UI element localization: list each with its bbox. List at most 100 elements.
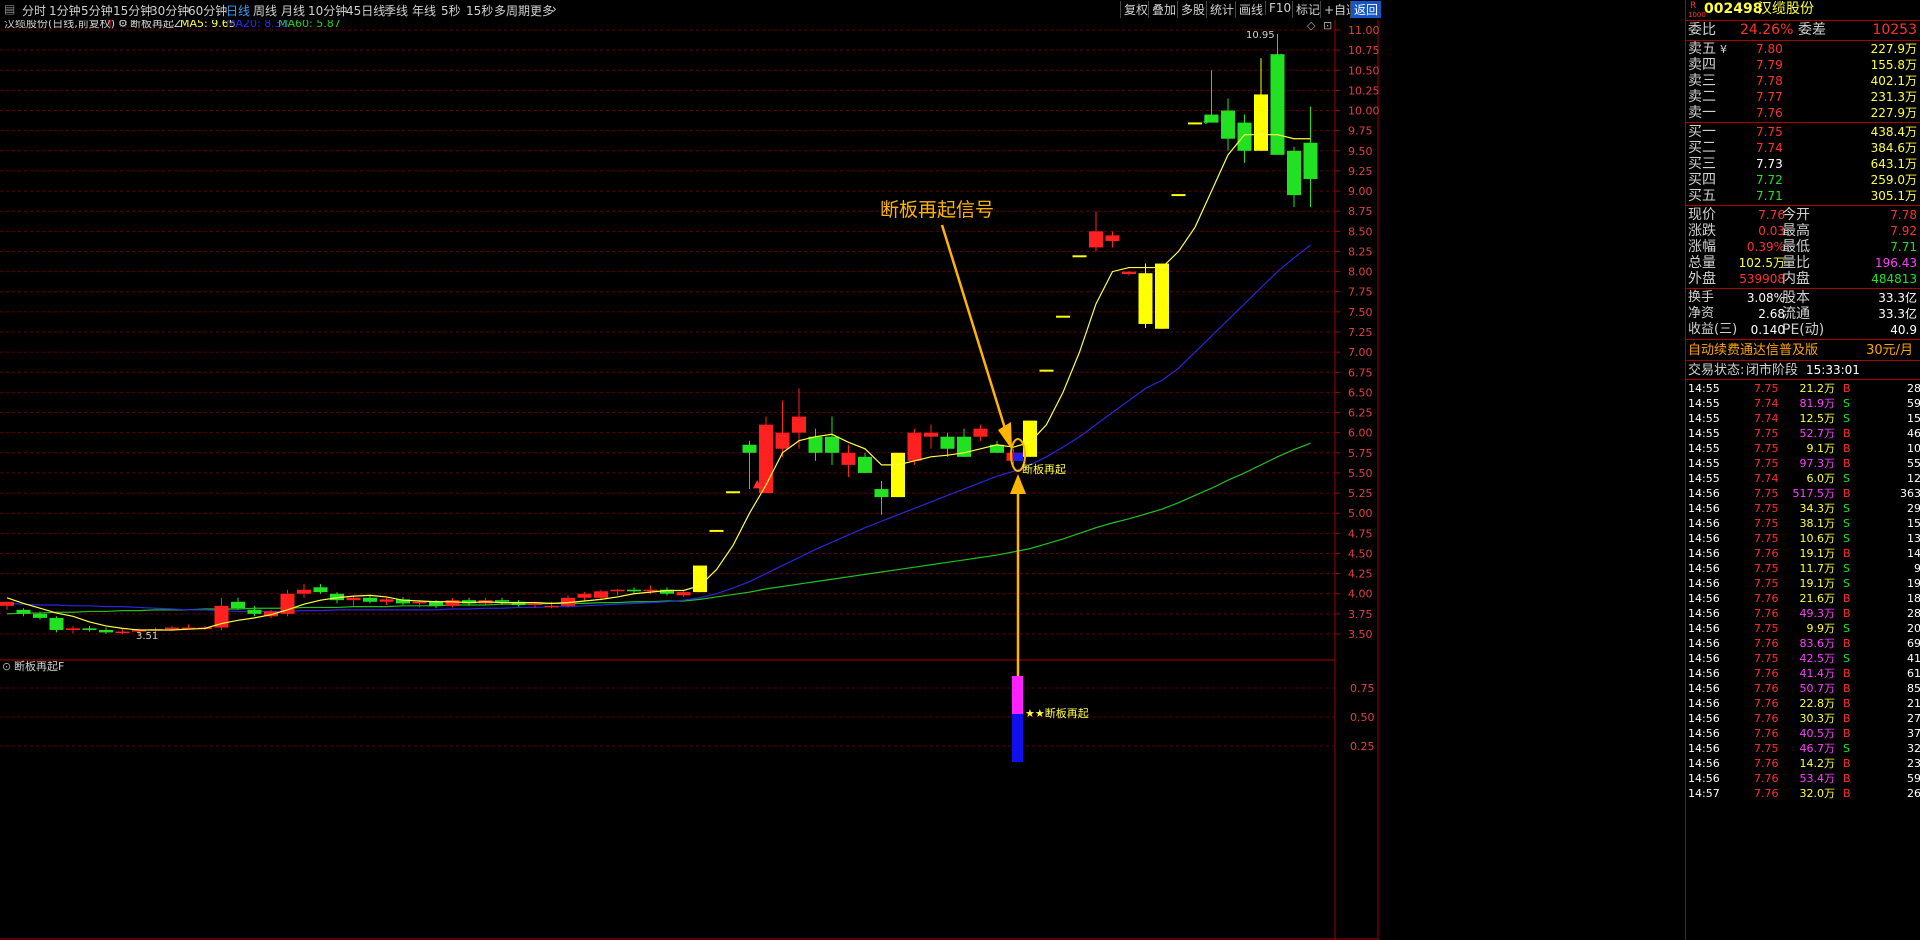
divider (1686, 122, 1920, 123)
annotation-text: 断板再起信号 (880, 199, 994, 221)
indicator-name[interactable]: 断板再起Z (130, 20, 182, 30)
period-tab-16[interactable]: 更多 (530, 2, 554, 19)
more-chevron-icon[interactable]: › (552, 2, 557, 16)
y-tick-2: 10.50 (1348, 64, 1380, 77)
buy-arrow-icon: ▲ (753, 477, 762, 490)
y-tick-27: 4.25 (1348, 568, 1373, 581)
y-tick-8: 9.00 (1348, 185, 1373, 198)
candle[interactable] (1155, 263, 1169, 329)
toolbar-button-4[interactable]: 画线 (1235, 1, 1266, 18)
y-tick-13: 7.75 (1348, 286, 1373, 299)
ma60-label: MA60: 5.87 (278, 20, 341, 30)
y-tick-21: 5.75 (1348, 447, 1373, 460)
toolbar-button-5[interactable]: F10 (1265, 1, 1294, 15)
ask-row[interactable]: 卖四 7.79 155.8万 (1686, 57, 1920, 74)
quote-row: 涨跌 0.03 最高 7.92 (1688, 223, 1917, 239)
up-arrow-icon: ↑ (105, 20, 115, 30)
bid-row[interactable]: 买三 7.73 643.1万 (1686, 156, 1920, 173)
y-tick-17: 6.75 (1348, 366, 1373, 379)
bid-row[interactable]: 买五 7.71 305.1万 (1686, 188, 1920, 205)
gear-icon[interactable]: ⚙ (118, 20, 128, 30)
toolbar-button-6[interactable]: 标记 (1292, 1, 1323, 18)
candle[interactable] (49, 616, 64, 633)
candle[interactable] (891, 452, 905, 498)
stock-title: R 1000 002498 汉缆股份 (1686, 0, 1920, 20)
ask-row[interactable]: 卖二 7.77 231.3万 (1686, 89, 1920, 106)
menu-icon[interactable]: ▤ (4, 2, 15, 16)
ask-row[interactable]: 卖三 7.78 402.1万 (1686, 73, 1920, 90)
bid-row[interactable]: 买二 7.74 384.6万 (1686, 140, 1920, 157)
y-tick-1: 10.75 (1348, 44, 1380, 57)
sub-y-tick-2: 0.25 (1350, 740, 1375, 753)
kline-chart[interactable]: 11.00 10.75 10.50 10.25 10.00 9.75 9.50 9.25 9.0… (0, 20, 1685, 940)
candle[interactable] (693, 565, 707, 593)
sub-panel-title: 断板再起F (14, 659, 64, 673)
ask-row[interactable]: 卖一 7.76 227.9万 (1686, 105, 1920, 122)
y-tick-24: 5.00 (1348, 507, 1373, 520)
y-tick-14: 7.50 (1348, 306, 1373, 319)
period-tab-5[interactable]: 60分钟 (188, 2, 227, 19)
period-tab-13[interactable]: 5秒 (441, 2, 461, 19)
sub-y-tick-0: 0.75 (1350, 682, 1375, 695)
toolbar-button-3[interactable]: 统计 (1206, 1, 1237, 18)
y-tick-29: 3.75 (1348, 608, 1373, 621)
period-tab-4[interactable]: 30分钟 (150, 2, 189, 19)
period-tab-7[interactable]: 周线 (253, 2, 277, 19)
period-tab-6[interactable]: 日线 (226, 2, 250, 19)
y-tick-11: 8.25 (1348, 245, 1373, 258)
ad-banner[interactable]: 自动续费通达信普及版 30元/月 (1686, 341, 1920, 360)
chart-header: 汉缆股份(日线,前复权)↑ ⚙ 断板再起ZMA5: 9.65MA20: 8.33MA… (4, 20, 341, 30)
fund-row: 换手 3.08% 股本 33.3亿 (1688, 290, 1917, 306)
sub-collapse-icon[interactable]: ⊙ (2, 660, 11, 673)
expand-icon[interactable]: ⊡ (1323, 20, 1332, 32)
signal-bar-top (1012, 676, 1023, 714)
toolbar-button-0[interactable]: 复权 (1120, 1, 1151, 18)
signal-bar-bottom (1012, 714, 1023, 762)
candle[interactable] (1188, 122, 1202, 125)
candle[interactable] (1072, 255, 1087, 258)
period-tab-2[interactable]: 5分钟 (81, 2, 113, 19)
period-tab-12[interactable]: 年线 (412, 2, 436, 19)
fund-row: 净资 2.68 流通 33.3亿 (1688, 306, 1917, 322)
y-tick-30: 3.50 (1348, 628, 1373, 641)
fund-row: 收益(三) 0.140 PE(动) 40.9 (1688, 322, 1917, 338)
y-tick-5: 9.75 (1348, 125, 1373, 138)
y-tick-25: 4.75 (1348, 527, 1373, 540)
period-tab-15[interactable]: 多周期 (494, 2, 530, 19)
bid-row[interactable]: 买一 7.75 438.4万 (1686, 124, 1920, 141)
period-tab-1[interactable]: 1分钟 (49, 2, 81, 19)
y-tick-9: 8.75 (1348, 205, 1373, 218)
ask-row[interactable]: 卖五 ¥7.80 227.9万 (1686, 41, 1920, 58)
period-toolbar: 分时 1分钟 5分钟 15分钟 30分钟 60分钟 日线 周线 月线 10分钟 45日线 季线 年线 5秒… (0, 0, 1685, 21)
divider (1686, 339, 1920, 340)
candle[interactable] (1171, 194, 1186, 197)
divider (1686, 205, 1920, 206)
y-tick-6: 9.50 (1348, 145, 1373, 158)
period-tab-3[interactable]: 15分钟 (113, 2, 152, 19)
trade-status: 交易状态: 闭市阶段 15:33:01 (1688, 363, 1860, 378)
y-tick-23: 5.25 (1348, 487, 1373, 500)
toolbar-button-2[interactable]: 多股 (1177, 1, 1208, 18)
period-tab-14[interactable]: 15秒 (466, 2, 493, 19)
period-tab-0[interactable]: 分时 (22, 2, 46, 19)
candle[interactable] (709, 529, 724, 532)
y-tick-28: 4.00 (1348, 588, 1373, 601)
period-tab-10[interactable]: 45日线 (346, 2, 385, 19)
y-tick-4: 10.00 (1348, 105, 1380, 118)
period-tab-9[interactable]: 10分钟 (308, 2, 347, 19)
back-button[interactable]: 返回 (1350, 1, 1382, 18)
tick-row: 14:57 7.76 32.0万 B 26 (1688, 787, 1920, 800)
y-tick-7: 9.25 (1348, 165, 1373, 178)
candle[interactable] (726, 491, 740, 494)
diamond-icon[interactable]: ◇ (1307, 20, 1316, 32)
bid-row[interactable]: 买四 7.72 259.0万 (1686, 172, 1920, 189)
period-tab-11[interactable]: 季线 (384, 2, 408, 19)
candle[interactable] (1138, 263, 1153, 328)
candle[interactable] (1039, 369, 1054, 372)
quote-row: 现价 7.76 今开 7.78 (1688, 207, 1917, 223)
toolbar-button-1[interactable]: 叠加 (1148, 1, 1179, 18)
candle[interactable] (1056, 315, 1070, 318)
stock-code: 002498 (1704, 1, 1763, 17)
divider (1686, 288, 1920, 289)
period-tab-8[interactable]: 月线 (281, 2, 305, 19)
